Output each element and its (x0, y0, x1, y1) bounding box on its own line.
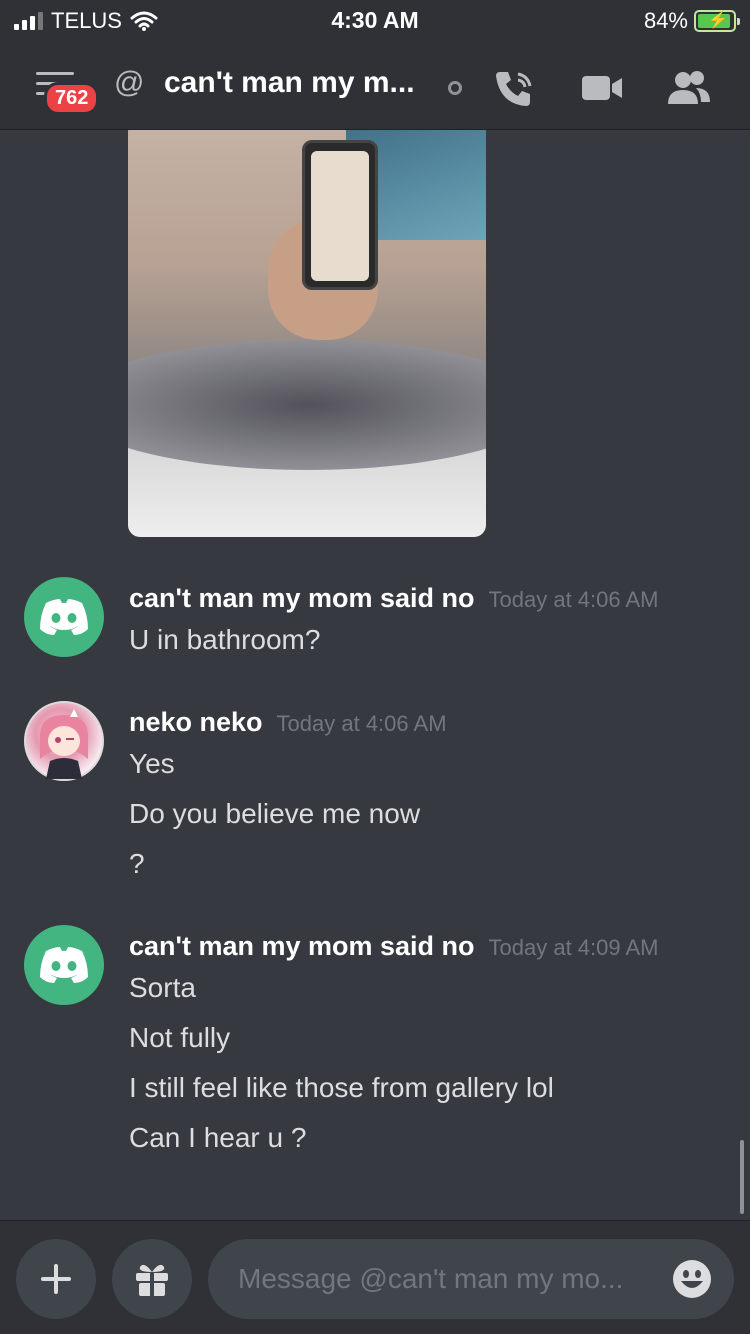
call-icon[interactable] (492, 66, 536, 110)
at-icon: @ (114, 66, 145, 99)
status-bar: TELUS 4:30 AM 84% ⚡ (0, 0, 750, 44)
message-username[interactable]: can't man my mom said no Today at 4:09 AM (129, 931, 659, 962)
channel-title[interactable]: can't man my m... (164, 66, 415, 100)
avatar[interactable] (24, 577, 104, 657)
avatar[interactable] (24, 701, 104, 781)
unread-badge: 762 (44, 82, 100, 115)
message-line: Do you believe me now (129, 798, 421, 829)
plus-icon (41, 1264, 71, 1294)
scrollbar[interactable] (740, 1140, 744, 1214)
message-username[interactable]: can't man my mom said no Today at 4:06 AM (129, 583, 659, 614)
message-line: ? (129, 848, 145, 879)
battery-icon: ⚡ (694, 10, 740, 32)
video-icon[interactable] (580, 66, 624, 110)
chat-messages[interactable]: can't man my mom said no Today at 4:06 AM… (0, 130, 750, 1220)
image-attachment[interactable] (128, 130, 486, 537)
message-line: Can I hear u ? (129, 1122, 307, 1153)
emoji-icon[interactable] (672, 1259, 712, 1299)
message-line: Sorta (129, 972, 196, 1003)
status-time: 4:30 AM (331, 7, 419, 33)
anime-avatar-icon (40, 709, 88, 779)
message-input[interactable]: Message @can't man my mo... (208, 1239, 734, 1319)
status-right: 84% ⚡ (643, 8, 740, 34)
message-line: U in bathroom? (129, 624, 321, 655)
offline-status-icon (448, 81, 462, 95)
message-line: Yes (129, 748, 175, 779)
discord-logo-icon (40, 947, 88, 983)
message-input-placeholder: Message @can't man my mo... (238, 1263, 624, 1294)
gift-button[interactable] (112, 1239, 192, 1319)
composer-bar: Message @can't man my mo... (0, 1220, 750, 1334)
message-line: Not fully (129, 1022, 231, 1053)
gift-icon (136, 1264, 168, 1296)
members-icon[interactable] (666, 66, 710, 110)
message-timestamp: Today at 4:06 AM (488, 587, 659, 612)
message-username[interactable]: neko neko Today at 4:06 AM (129, 707, 447, 738)
channel-header: 762 @ can't man my m... (0, 44, 750, 130)
battery-percent: 84% (643, 8, 688, 33)
add-attachment-button[interactable] (16, 1239, 96, 1319)
discord-logo-icon (40, 599, 88, 635)
message-timestamp: Today at 4:06 AM (276, 711, 447, 736)
message-timestamp: Today at 4:09 AM (488, 935, 659, 960)
avatar[interactable] (24, 925, 104, 1005)
message-line: I still feel like those from gallery lol (129, 1072, 554, 1103)
